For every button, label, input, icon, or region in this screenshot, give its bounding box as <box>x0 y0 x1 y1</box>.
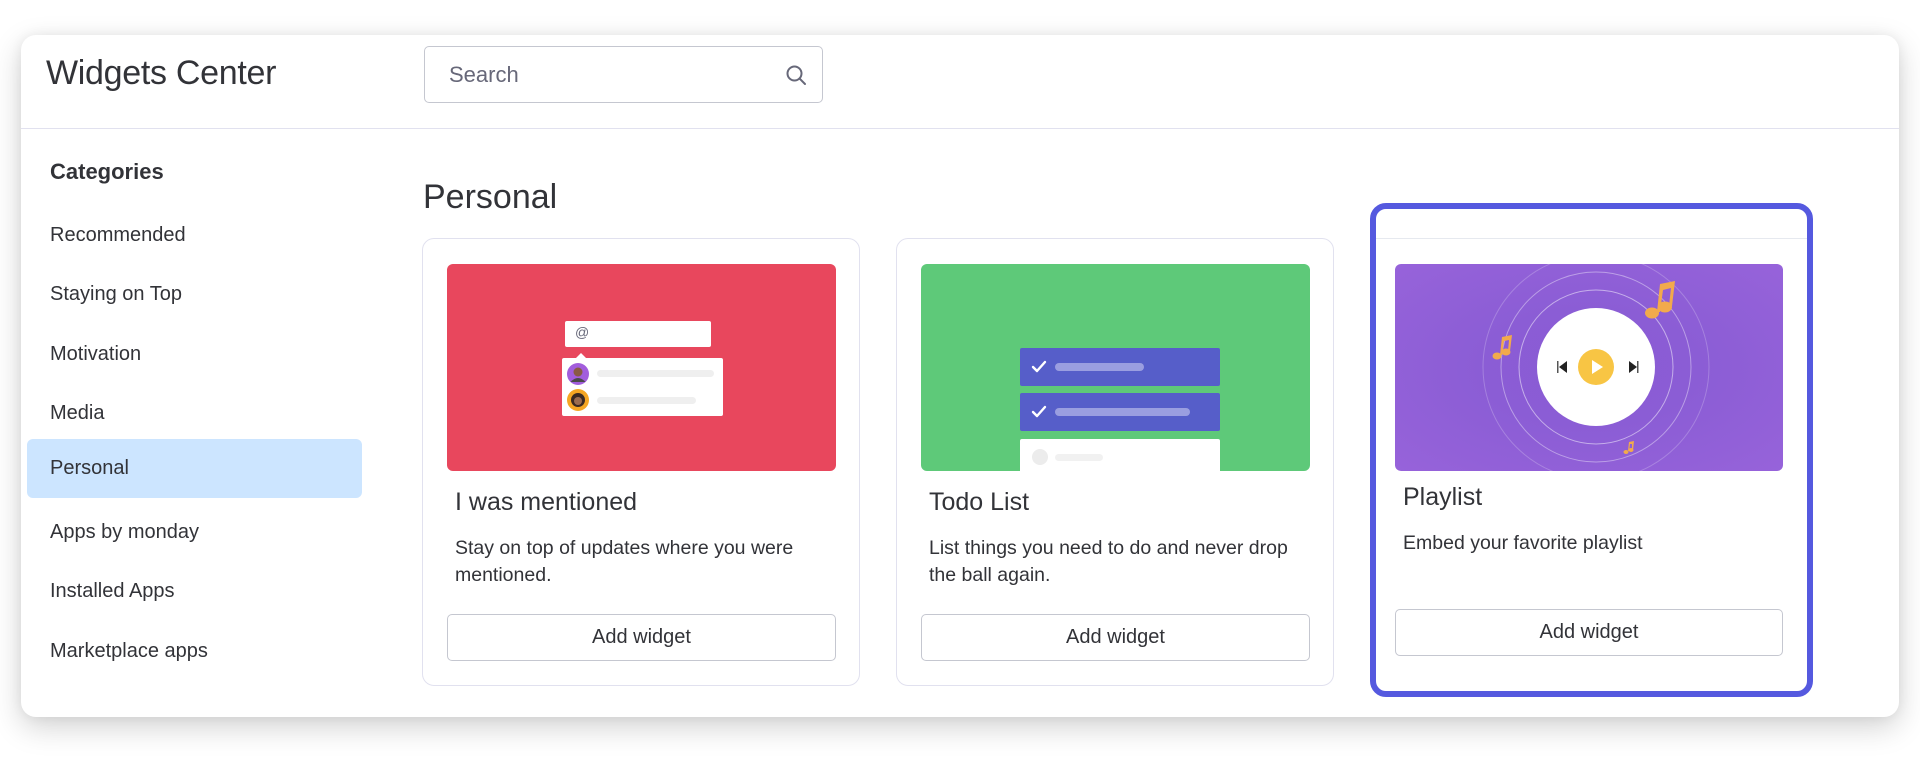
add-widget-button[interactable]: Add widget <box>1395 609 1783 656</box>
widget-card-playlist[interactable]: Playlist Embed your favorite playlist Ad… <box>1370 203 1813 697</box>
todo-row-done <box>1020 393 1220 431</box>
todo-row-pending <box>1020 439 1220 471</box>
search-icon[interactable] <box>785 64 807 86</box>
app-title: Widgets Center <box>46 54 277 92</box>
music-note-icon <box>1645 281 1675 319</box>
category-label: Recommended <box>50 224 186 246</box>
category-apps-by-monday[interactable]: Apps by monday <box>27 503 362 562</box>
placeholder-line <box>597 397 696 404</box>
category-label: Staying on Top <box>50 283 182 305</box>
todo-text-line <box>1055 363 1144 371</box>
placeholder-line <box>597 370 714 377</box>
widget-title: Playlist <box>1403 483 1483 511</box>
widget-card-todo-list[interactable]: Todo List List things you need to do and… <box>896 238 1334 686</box>
category-staying-on-top[interactable]: Staying on Top <box>27 265 362 324</box>
category-personal[interactable]: Personal <box>27 439 362 498</box>
check-icon <box>1031 360 1047 373</box>
widget-title: I was mentioned <box>455 488 638 516</box>
widget-card-i-was-mentioned[interactable]: @ I was mentioned Stay on top of updates… <box>422 238 860 686</box>
widget-preview-image <box>921 264 1310 471</box>
at-sign: @ <box>575 324 590 340</box>
category-label: Installed Apps <box>50 580 175 602</box>
todo-text-line <box>1055 454 1103 461</box>
card-inner-border <box>1376 238 1807 239</box>
playlist-illustration <box>1482 264 1710 471</box>
todo-circle <box>1032 449 1048 465</box>
category-installed-apps[interactable]: Installed Apps <box>27 562 362 621</box>
widget-description: Stay on top of updates where you were me… <box>455 537 794 586</box>
search-input[interactable] <box>449 47 769 102</box>
widgets-center-window: Widgets Center Categories Recommended St… <box>21 35 1899 717</box>
dropdown-caret <box>576 353 586 358</box>
widget-preview-image <box>1395 264 1783 471</box>
mention-input-illustration: @ <box>565 321 711 347</box>
category-label: Media <box>50 402 105 424</box>
todo-text-line <box>1055 408 1190 416</box>
add-widget-button[interactable]: Add widget <box>921 614 1310 661</box>
widget-title: Todo List <box>929 488 1030 516</box>
mention-dropdown-illustration <box>562 353 723 416</box>
music-note-icon <box>1492 335 1512 360</box>
category-media[interactable]: Media <box>27 384 362 443</box>
category-label: Personal <box>50 457 129 479</box>
categories-heading: Categories <box>50 159 164 184</box>
category-label: Apps by monday <box>50 521 199 543</box>
category-motivation[interactable]: Motivation <box>27 325 362 384</box>
header-divider <box>21 128 1899 129</box>
music-note-icon <box>1623 441 1634 454</box>
avatar-icon <box>567 363 589 385</box>
check-icon <box>1031 405 1047 418</box>
category-recommended[interactable]: Recommended <box>27 206 362 265</box>
section-title: Personal <box>423 178 558 216</box>
widget-description: List things you need to do and never dro… <box>929 537 1288 586</box>
category-marketplace-apps[interactable]: Marketplace apps <box>27 622 362 681</box>
widget-preview-image: @ <box>447 264 836 471</box>
todo-row-done <box>1020 348 1220 386</box>
add-widget-button[interactable]: Add widget <box>447 614 836 661</box>
widget-description: Embed your favorite playlist <box>1403 532 1643 554</box>
search-box[interactable] <box>424 46 823 103</box>
avatar-icon <box>567 389 589 411</box>
category-label: Marketplace apps <box>50 640 208 662</box>
category-label: Motivation <box>50 343 142 365</box>
